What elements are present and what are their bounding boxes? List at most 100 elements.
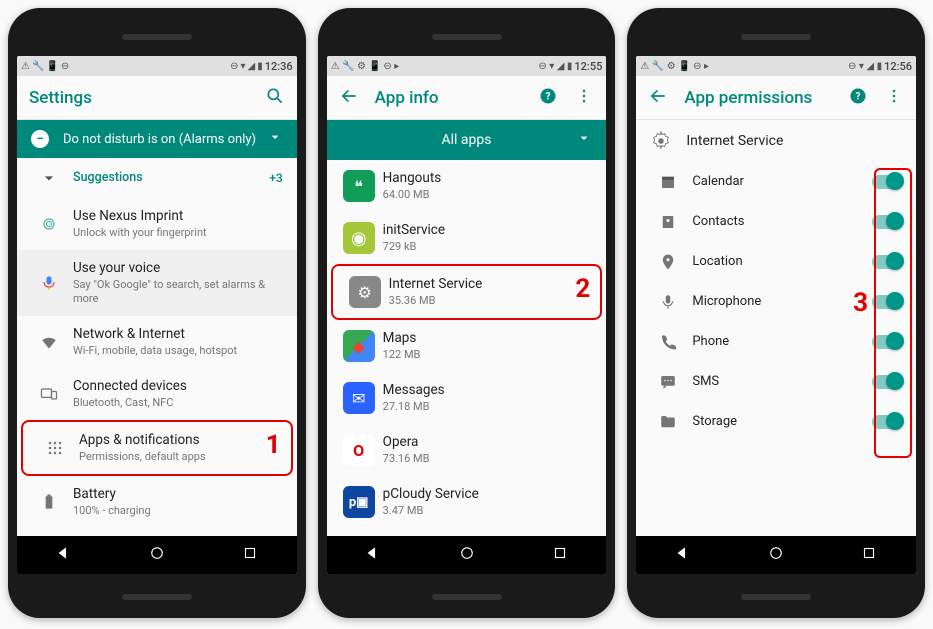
apps-icon [37,438,73,458]
dropdown-label: All apps [442,132,492,148]
home-button[interactable] [148,544,166,566]
app-item-internet-service[interactable]: ⚙ Internet Service35.36 MB 2 [331,264,603,320]
android-icon: ◉ [343,222,375,254]
minus-icon: − [31,130,49,148]
home-button[interactable] [767,544,785,566]
app-item-maps[interactable]: ◆ Maps122 MB [327,320,607,372]
toggle-switch[interactable] [872,215,902,229]
maps-icon: ◆ [343,330,375,362]
phone-icon: 📱 [46,61,58,72]
opera-icon: O [343,434,375,466]
settings-item-network[interactable]: Network & InternetWi-Fi, mobile, data us… [17,316,297,368]
permission-contacts[interactable]: Contacts [636,202,916,242]
battery-icon [31,492,67,512]
svg-text:?: ? [546,91,551,102]
app-item-opera[interactable]: O Opera73.16 MB [327,424,607,476]
recents-button[interactable] [551,544,569,566]
sms-icon [650,373,686,391]
settings-item-imprint[interactable]: Use Nexus ImprintUnlock with your finger… [17,198,297,250]
settings-item-devices[interactable]: Connected devicesBluetooth, Cast, NFC [17,368,297,420]
app-bar: Settings [17,76,297,120]
permission-storage[interactable]: Storage [636,402,916,442]
recents-button[interactable] [860,544,878,566]
gear-icon: ⚙ [349,276,381,308]
toggle-switch[interactable] [872,255,902,269]
chevron-down-icon [31,168,67,188]
warning-icon: ⚠ [21,61,30,72]
app-bar: App info ? [327,76,607,120]
page-title: App permissions [684,88,832,108]
fingerprint-icon [31,214,67,234]
recents-button[interactable] [241,544,259,566]
clock: 12:56 [884,60,912,73]
status-bar: ⚠ 🔧 ⚙ 📱 ⊖ ▸ ⊖ ▾ ◢ ▮ 12:55 [327,56,607,76]
toggle-switch[interactable] [872,295,902,309]
annotation-1: 1 [266,430,281,460]
annotation-3: 3 [853,288,868,318]
suggestions-label: Suggestions [73,170,269,186]
app-list: ❝ Hangouts64.00 MB ◉ initService729 kB ⚙… [327,160,607,536]
permission-microphone[interactable]: Microphone [636,282,916,322]
folder-icon [650,413,686,431]
permissions-list: Internet Service Calendar Contacts Locat… [636,120,916,536]
gear-icon [650,130,672,152]
banner-text: Do not disturb is on (Alarms only) [63,132,256,147]
messages-icon: ✉ [343,382,375,414]
help-icon[interactable]: ? [538,86,558,110]
home-button[interactable] [458,544,476,566]
settings-item-battery[interactable]: Battery100% - charging [17,476,297,528]
wifi-icon: ▾ [241,61,246,72]
battery-icon: ▮ [257,61,263,72]
permission-phone[interactable]: Phone [636,322,916,362]
suggestions-row[interactable]: Suggestions +3 [17,158,297,198]
permission-calendar[interactable]: Calendar [636,162,916,202]
back-button[interactable] [674,544,692,566]
phone-icon [650,333,686,351]
clock: 12:36 [265,60,293,73]
calendar-icon [650,173,686,191]
mic-icon [31,273,67,293]
status-bar: ⚠ 🔧 📱 ⊖ ⊖ ▾ ◢ ▮ 12:36 [17,56,297,76]
devices-icon [31,384,67,404]
app-header: Internet Service [636,120,916,162]
clock: 12:55 [574,60,602,73]
back-icon[interactable] [339,86,359,110]
dnd-icon: ⊖ [230,61,238,72]
toggle-switch[interactable] [872,175,902,189]
app-item-pcloudy[interactable]: p▣ pCloudy Service3.47 MB [327,476,607,528]
overflow-icon[interactable] [884,86,904,110]
toggle-switch[interactable] [872,415,902,429]
nav-bar [636,536,916,574]
mic-icon [650,293,686,311]
app-item-messages[interactable]: ✉ Messages27.18 MB [327,372,607,424]
back-button[interactable] [364,544,382,566]
toggle-switch[interactable] [872,375,902,389]
settings-item-apps[interactable]: Apps & notificationsPermissions, default… [21,420,293,476]
location-icon [650,253,686,271]
phone-3: ⚠ 🔧 ⚙ 📱 ⊖ ▸ ⊖ ▾ ◢ ▮ 12:56 App permission… [627,8,925,618]
page-title: Settings [29,88,249,108]
all-apps-dropdown[interactable]: All apps [327,120,607,160]
dnd-banner[interactable]: − Do not disturb is on (Alarms only) [17,120,297,158]
annotation-2: 2 [575,274,590,304]
nav-bar [327,536,607,574]
permission-sms[interactable]: SMS [636,362,916,402]
toggle-switch[interactable] [872,335,902,349]
settings-list: Suggestions +3 Use Nexus ImprintUnlock w… [17,158,297,536]
search-icon[interactable] [265,86,285,110]
help-icon[interactable]: ? [848,86,868,110]
back-button[interactable] [55,544,73,566]
app-item-hangouts[interactable]: ❝ Hangouts64.00 MB [327,160,607,212]
app-item-initservice[interactable]: ◉ initService729 kB [327,212,607,264]
settings-item-display[interactable]: DisplayWallpaper, sleep, font size [17,528,297,536]
permission-location[interactable]: Location [636,242,916,282]
svg-text:?: ? [856,91,861,102]
back-icon[interactable] [648,86,668,110]
status-bar: ⚠ 🔧 ⚙ 📱 ⊖ ▸ ⊖ ▾ ◢ ▮ 12:56 [636,56,916,76]
hangouts-icon: ❝ [343,170,375,202]
chevron-down-icon [267,129,283,149]
overflow-icon[interactable] [574,86,594,110]
contacts-icon [650,213,686,231]
settings-item-voice[interactable]: Use your voiceSay "Ok Google" to search,… [17,250,297,316]
tools-icon: 🔧 [32,61,44,72]
